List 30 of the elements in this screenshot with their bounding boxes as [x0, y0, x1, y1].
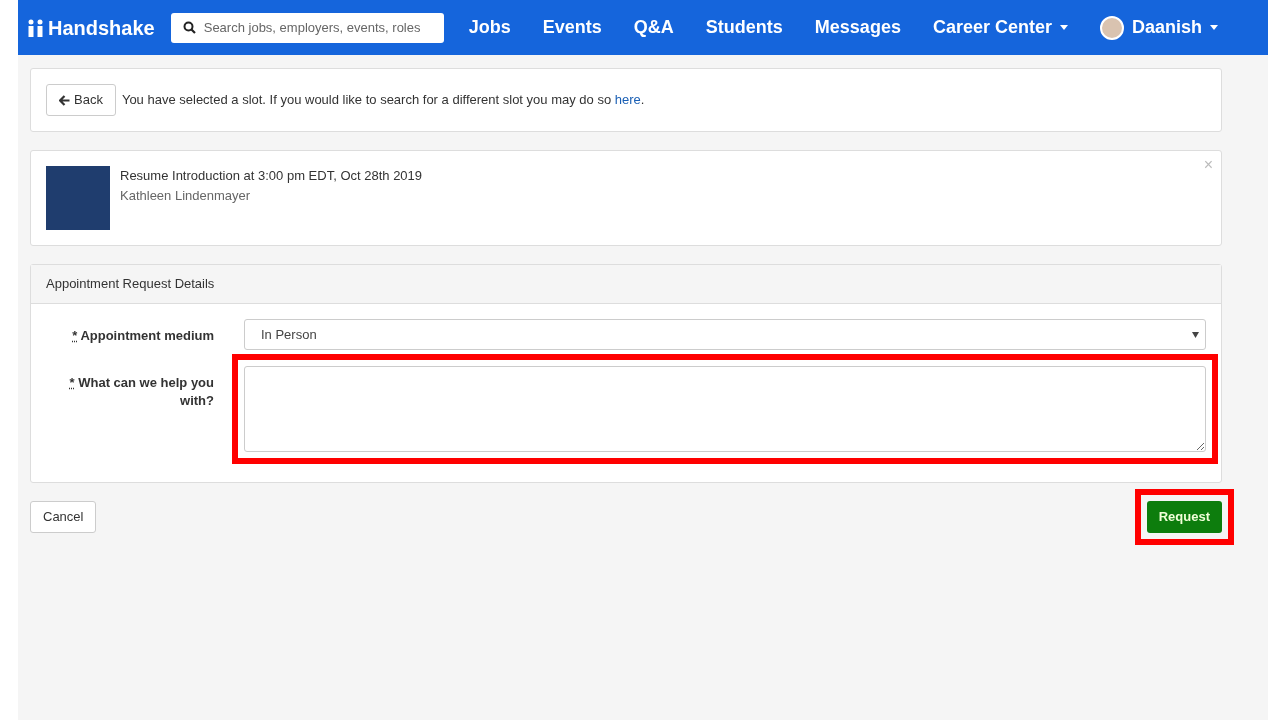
arrow-left-icon	[59, 94, 70, 106]
user-menu[interactable]: Daanish	[1099, 14, 1218, 41]
here-link[interactable]: here	[614, 92, 641, 108]
panel-title: Appointment Request Details	[46, 275, 215, 294]
photo-placeholder	[46, 166, 110, 230]
search-input[interactable]: Search jobs, employers, events, roles	[203, 17, 432, 38]
nav-link[interactable]: Students	[705, 14, 783, 41]
search-icon	[182, 21, 196, 34]
caret-icon	[1210, 25, 1218, 30]
text-area[interactable]	[244, 366, 1206, 452]
caret-icon	[1059, 25, 1068, 30]
field-label: * Appointment medium	[71, 327, 214, 345]
nav-link[interactable]: Q&A	[633, 14, 674, 41]
nav-link[interactable]: Jobs	[468, 14, 511, 41]
avatar-icon	[1099, 15, 1124, 40]
search-field[interactable]: Search jobs, employers, events, roles	[170, 12, 444, 43]
staff-name: Kathleen Lindenmayer	[120, 186, 252, 205]
field-label: * What can we help you with?	[68, 374, 214, 410]
nav-link[interactable]: Messages	[814, 14, 901, 41]
nav-link[interactable]: Events	[542, 14, 602, 41]
notice-text: You have selected a slot. If you would like to search for a different slot you may do so here.	[121, 91, 645, 110]
nav-link[interactable]: Career Center	[932, 14, 1068, 41]
appointment-title: Resume Introduction at 3:00 pm EDT, Oct 28th 2019	[120, 167, 423, 185]
request-button[interactable]: Request	[1146, 501, 1222, 533]
logo[interactable]: Handshake	[28, 12, 155, 43]
back-button[interactable]: Back	[46, 84, 116, 116]
select-field[interactable]: In Person	[244, 319, 1206, 350]
cancel-button[interactable]: Cancel	[30, 501, 97, 533]
dropdown-arrow-icon	[1192, 331, 1199, 338]
logo-icon	[28, 18, 45, 37]
